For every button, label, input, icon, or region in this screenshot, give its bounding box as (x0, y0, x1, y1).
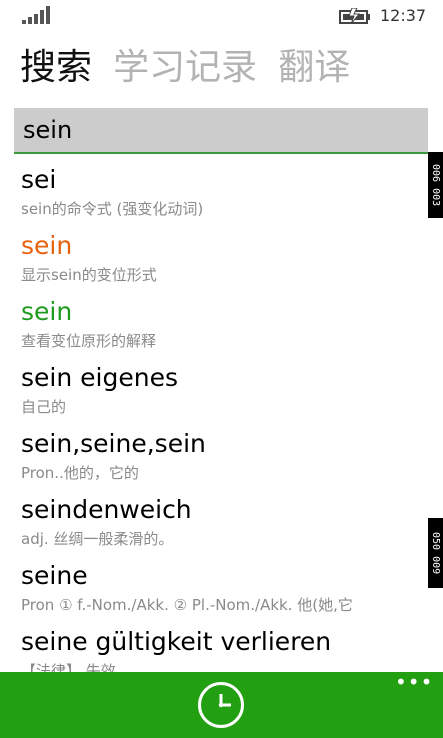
result-definition: Pron..他的，它的 (21, 464, 139, 482)
result-definition: 自己的 (21, 398, 67, 416)
list-item[interactable]: seindenweich adj. 丝绸一般柔滑的。 (0, 492, 443, 558)
battery-charging-icon (339, 8, 370, 24)
result-word: sei (21, 165, 57, 194)
result-definition: 显示sein的变位形式 (21, 266, 157, 284)
clock-time: 12:37 (380, 6, 427, 25)
result-definition: sein的命令式 (强变化动词) (21, 200, 204, 218)
result-definition: adj. 丝绸一般柔滑的。 (21, 530, 174, 548)
list-item[interactable]: sein 显示sein的变位形式 (0, 228, 443, 294)
result-list: sei sein的命令式 (强变化动词) sein 显示sein的变位形式 se… (0, 162, 443, 672)
dictionary-screen: 12:37 搜索 学习记录 翻译 sei sein的命令式 (强变化动词) se… (0, 0, 443, 738)
app-bar: ••• (0, 672, 443, 738)
result-word: sein eigenes (21, 363, 178, 392)
list-item[interactable]: sein eigenes 自己的 (0, 360, 443, 426)
result-word: sein (21, 231, 73, 260)
result-definition: Pron ① f.-Nom./Akk. ② Pl.-Nom./Akk. 他(她,… (21, 596, 353, 614)
search-box (14, 108, 428, 154)
search-input[interactable] (14, 108, 428, 152)
status-bar: 12:37 (0, 0, 443, 32)
result-word: seindenweich (21, 495, 192, 524)
more-options-button[interactable]: ••• (395, 672, 432, 694)
result-definition: 查看变位原形的解释 (21, 332, 157, 350)
tab-search[interactable]: 搜索 (20, 46, 92, 90)
list-item[interactable]: sei sein的命令式 (强变化动词) (0, 162, 443, 228)
scroll-marker-bottom: 050 009 (428, 518, 443, 588)
tab-translate[interactable]: 翻译 (278, 46, 350, 90)
list-item[interactable]: sein,seine,sein Pron..他的，它的 (0, 426, 443, 492)
clock-icon (218, 694, 231, 708)
result-word: sein,seine,sein (21, 429, 206, 458)
signal-icon (22, 6, 50, 24)
history-button[interactable] (198, 682, 244, 728)
scroll-marker-top: 006 003 (428, 152, 443, 218)
list-item[interactable]: sein 查看变位原形的解释 (0, 294, 443, 360)
result-word: seine gültigkeit verlieren (21, 627, 332, 656)
list-item[interactable]: seine gültigkeit verlieren 【法律】 失效 (0, 624, 443, 672)
result-word: sein (21, 297, 73, 326)
pivot-header: 搜索 学习记录 翻译 (20, 46, 366, 92)
list-item[interactable]: seine Pron ① f.-Nom./Akk. ② Pl.-Nom./Akk… (0, 558, 443, 624)
tab-study-history[interactable]: 学习记录 (113, 46, 257, 90)
result-definition: 【法律】 失效 (21, 662, 116, 672)
result-word: seine (21, 561, 88, 590)
